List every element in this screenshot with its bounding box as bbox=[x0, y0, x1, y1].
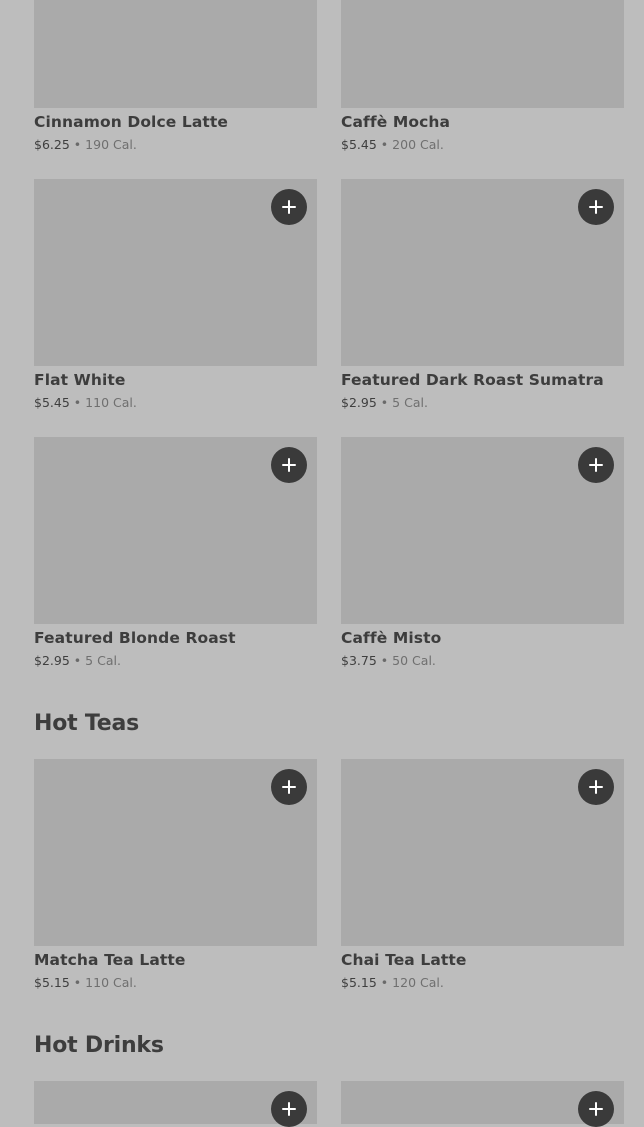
item-meta: $5.15 • 120 Cal. bbox=[341, 975, 444, 990]
plus-icon bbox=[589, 1102, 603, 1116]
item-price: $5.15 bbox=[341, 975, 377, 990]
item-name: Caffè Misto bbox=[341, 629, 442, 647]
separator-dot: • bbox=[380, 975, 389, 990]
separator-dot: • bbox=[380, 137, 389, 152]
item-price: $5.15 bbox=[34, 975, 70, 990]
add-item-button[interactable] bbox=[578, 189, 614, 225]
item-meta: $3.75 • 50 Cal. bbox=[341, 653, 436, 668]
add-item-button[interactable] bbox=[578, 1091, 614, 1127]
item-name: Caffè Mocha bbox=[341, 113, 451, 131]
plus-icon bbox=[589, 458, 603, 472]
item-calories: 200 Cal. bbox=[392, 137, 444, 152]
item-image[interactable] bbox=[34, 0, 317, 108]
separator-dot: • bbox=[380, 395, 389, 410]
item-price: $2.95 bbox=[341, 395, 377, 410]
item-name: Chai Tea Latte bbox=[341, 951, 467, 969]
item-meta: $5.45 • 110 Cal. bbox=[34, 395, 137, 410]
item-calories: 5 Cal. bbox=[392, 395, 428, 410]
plus-icon bbox=[589, 780, 603, 794]
item-image[interactable] bbox=[341, 0, 624, 108]
add-item-button[interactable] bbox=[271, 447, 307, 483]
add-item-button[interactable] bbox=[271, 769, 307, 805]
item-name: Featured Dark Roast Sumatra bbox=[341, 371, 604, 389]
plus-icon bbox=[282, 780, 296, 794]
plus-icon bbox=[282, 458, 296, 472]
add-item-button[interactable] bbox=[578, 769, 614, 805]
add-item-button[interactable] bbox=[271, 189, 307, 225]
item-name: Featured Blonde Roast bbox=[34, 629, 236, 647]
item-meta: $5.15 • 110 Cal. bbox=[34, 975, 137, 990]
item-price: $6.25 bbox=[34, 137, 70, 152]
separator-dot: • bbox=[380, 653, 389, 668]
item-price: $5.45 bbox=[34, 395, 70, 410]
item-name: Cinnamon Dolce Latte bbox=[34, 113, 229, 131]
item-price: $2.95 bbox=[34, 653, 70, 668]
separator-dot: • bbox=[73, 653, 82, 668]
item-meta: $2.95 • 5 Cal. bbox=[341, 395, 428, 410]
item-calories: 110 Cal. bbox=[85, 395, 137, 410]
item-calories: 120 Cal. bbox=[392, 975, 444, 990]
item-meta: $5.45 • 200 Cal. bbox=[341, 137, 444, 152]
item-name: Matcha Tea Latte bbox=[34, 951, 186, 969]
item-calories: 190 Cal. bbox=[85, 137, 137, 152]
section-title-hot-teas: Hot Teas bbox=[34, 711, 140, 736]
plus-icon bbox=[282, 200, 296, 214]
separator-dot: • bbox=[73, 975, 82, 990]
item-meta: $6.25 • 190 Cal. bbox=[34, 137, 137, 152]
item-calories: 50 Cal. bbox=[392, 653, 436, 668]
item-calories: 110 Cal. bbox=[85, 975, 137, 990]
plus-icon bbox=[589, 200, 603, 214]
separator-dot: • bbox=[73, 137, 82, 152]
item-name: Flat White bbox=[34, 371, 126, 389]
item-price: $3.75 bbox=[341, 653, 377, 668]
add-item-button[interactable] bbox=[271, 1091, 307, 1127]
add-item-button[interactable] bbox=[578, 447, 614, 483]
item-calories: 5 Cal. bbox=[85, 653, 121, 668]
separator-dot: • bbox=[73, 395, 82, 410]
plus-icon bbox=[282, 1102, 296, 1116]
section-title-hot-drinks: Hot Drinks bbox=[34, 1033, 164, 1058]
item-meta: $2.95 • 5 Cal. bbox=[34, 653, 121, 668]
item-price: $5.45 bbox=[341, 137, 377, 152]
